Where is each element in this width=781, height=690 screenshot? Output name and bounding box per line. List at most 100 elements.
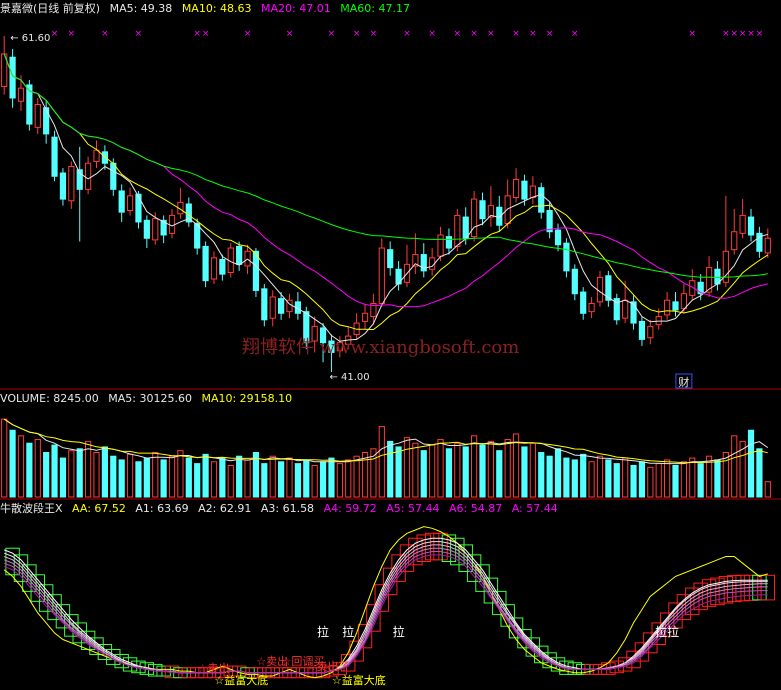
volume-bar (17, 435, 25, 498)
volume-ma5: MA5: 30125.60 (108, 392, 192, 405)
indicator-a5: A5: 57.44 (386, 502, 440, 515)
candle-body (529, 185, 536, 198)
candle-body (739, 214, 746, 234)
candle-body (538, 187, 545, 213)
top-cross-marker: × (68, 29, 76, 39)
pull-label: 拉 (317, 624, 329, 639)
top-cross-marker: × (202, 29, 210, 39)
indicator-title: 牛散波段王X (0, 502, 63, 515)
volume-bar (177, 450, 184, 498)
volume-bar (529, 442, 536, 498)
candle-body (43, 107, 50, 135)
volume-bar (319, 461, 327, 498)
candle-body (118, 190, 125, 213)
top-cross-marker: × (689, 29, 697, 39)
top-cross-marker: × (529, 29, 537, 39)
indicator-line-aa (3, 526, 768, 679)
indicator-header: 牛散波段王X AA: 67.52 A1: 63.69 A2: 62.91 A3:… (0, 502, 564, 515)
volume-bar (521, 446, 528, 498)
volume-bar (764, 481, 771, 498)
volume-bar (118, 459, 125, 498)
volume-ma10-line (3, 418, 768, 464)
volume-bar (722, 452, 729, 498)
volume-bar (756, 448, 763, 498)
top-cross-marker: × (403, 29, 411, 39)
candle-body (143, 219, 150, 239)
volume-bar (605, 459, 612, 498)
pull-label: 拉拉 (655, 624, 679, 639)
top-cross-marker: × (286, 29, 294, 39)
candle-body (588, 302, 595, 313)
top-cross-marker: × (747, 29, 755, 39)
volume-bar (613, 463, 620, 498)
volume-bar (437, 439, 444, 498)
top-cross-marker: × (546, 29, 554, 39)
signal-label: ☆益富大底 (332, 673, 386, 687)
volume-ma10: MA10: 29158.10 (201, 392, 293, 405)
volume-bar (261, 463, 268, 498)
volume-bar (622, 457, 629, 498)
candle-body (126, 195, 134, 212)
candle-body (521, 180, 528, 200)
candle-body (546, 210, 553, 233)
top-cross-marker: × (739, 29, 747, 39)
volume-bar (168, 455, 176, 498)
volume-bar (93, 452, 100, 498)
volume-bar (76, 448, 83, 498)
volume-bar (387, 440, 394, 498)
candle-body (135, 193, 142, 223)
indicator-box (760, 574, 776, 601)
ma20-value: MA20: 47.01 (261, 2, 331, 15)
top-cross-marker: × (470, 29, 478, 39)
volume-bar (462, 446, 469, 498)
volume-bar (496, 450, 503, 498)
volume-bar (420, 450, 427, 498)
volume-bar (286, 457, 293, 498)
volume-bar (471, 435, 478, 498)
candle-body (168, 214, 176, 234)
volume-bar (51, 444, 58, 498)
top-cross-marker: × (454, 29, 462, 39)
candle-body (59, 172, 67, 200)
volume-bar (655, 463, 662, 498)
indicator-line-a3 (4, 544, 768, 674)
volume-bar (26, 442, 33, 498)
volume-bar (596, 455, 604, 498)
volume-bar (454, 442, 461, 498)
volume-bar (563, 457, 570, 498)
candle-body (554, 229, 562, 246)
top-cross-marker: × (571, 29, 579, 39)
volume-bar (202, 453, 209, 498)
watermark: 翔博软件 www.xiangbosoft.com (242, 337, 520, 358)
volume-bar (689, 457, 696, 498)
candle-body (51, 136, 58, 177)
high-price-label: ← 61.60 (10, 33, 50, 44)
volume-bar (219, 457, 226, 498)
volume-bar (445, 448, 453, 498)
volume-bar (194, 463, 201, 498)
volume-bar (152, 452, 159, 498)
volume-bar (512, 433, 520, 498)
volume-bar (714, 459, 721, 498)
volume-bar (403, 437, 411, 498)
volume-bar (487, 440, 494, 498)
top-cross-marker: × (353, 29, 361, 39)
volume-bar (210, 461, 218, 498)
ma60-line (3, 53, 768, 279)
volume-bar (101, 446, 108, 498)
candle-body (269, 296, 276, 319)
candle-body (471, 198, 478, 238)
top-cross-marker: × (328, 29, 336, 39)
top-cross-marker: × (756, 29, 764, 39)
volume-bar (546, 455, 553, 498)
candle-body (236, 245, 243, 265)
indicator-panel: 拉拉拉拉拉☆卖出☆卖出☆回调买☆卖出了☆益富大底 ☆益富大底 (3, 526, 776, 687)
candle-body (680, 293, 687, 309)
top-cross-marker: × (101, 29, 109, 39)
candle-body (664, 299, 671, 316)
candle-body (202, 245, 209, 282)
candle-body (278, 298, 285, 314)
ma20-line (3, 53, 768, 308)
candle-body (622, 299, 629, 319)
candle-body (764, 237, 771, 254)
